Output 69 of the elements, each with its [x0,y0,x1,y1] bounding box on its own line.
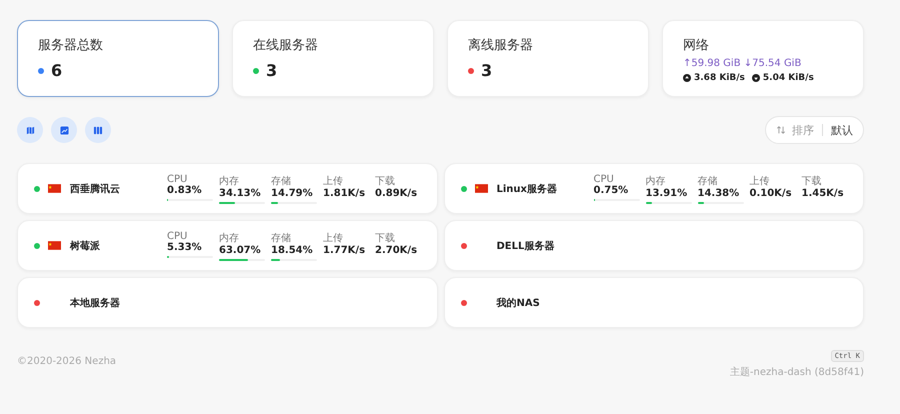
metric-value: 63.07% [219,244,262,256]
chart-icon [60,126,68,134]
metric-label: 下载 [375,174,396,188]
server-card[interactable]: 西垂腾讯云 CPU 0.83% 内存 34.13% 存储 14.79% 上传 1.81K/s 下载 0.89K/s [17,163,438,214]
server-name: DELL服务器 [496,240,554,252]
metric-label: 下载 [375,232,396,244]
card-title: 离线服务器 [468,37,534,54]
sort-value: 默认 [831,122,853,138]
metric-value: 18.54% [271,244,314,256]
server-name: 本地服务器 [70,296,120,310]
card-title: 在线服务器 [253,37,319,54]
metric-value: 0.75% [594,184,630,196]
metric-value: 1.77K/s [323,244,366,256]
sort-label: 排序 [792,122,814,138]
server-count: 3 [266,61,278,80]
server-card[interactable]: 我的NAS [444,277,864,328]
metric-value: 5.33% [167,242,203,252]
download-speed: 5.04 KiB/s [762,73,814,83]
theme-text: 主题-nezha-dash (8d58f41) [730,366,864,379]
chart-view-button[interactable] [51,117,77,143]
metric-label: 上传 [323,174,344,188]
metric-value: 13.91% [646,188,688,198]
metric-label: 内存 [219,174,240,188]
metric-label: CPU [167,230,188,242]
grid-view-button[interactable] [85,117,111,143]
download-icon [752,74,760,82]
metric-label: 下载 [802,174,822,188]
metric-value: 0.83% [167,184,203,196]
server-card[interactable]: DELL服务器 [444,220,864,271]
card-title: 服务器总数 [38,37,104,54]
columns-icon [93,126,103,134]
map-view-button[interactable] [17,117,43,143]
metric-value: 1.81K/s [323,188,366,198]
server-count: 6 [51,61,62,80]
sort-icon [776,125,786,135]
metric-value: 34.13% [219,188,262,198]
upload-speed: 3.68 KiB/s [694,73,745,83]
metric-label: 存储 [271,232,292,244]
server-count: 3 [481,61,492,80]
server-card[interactable]: 树莓派 CPU 5.33% 内存 63.07% 存储 18.54% 上传 1.77K/s 下载 2.70K/s [17,220,438,271]
summary-card[interactable]: 服务器总数 6 [17,20,219,97]
metric-label: 存储 [271,174,292,188]
metric-label: 存储 [698,174,718,188]
metric-value: 2.70K/s [375,244,418,256]
metric-value: 0.10K/s [750,188,793,198]
metric-label: CPU [594,174,615,184]
copyright-text: ©2020-2026 Nezha [17,356,116,369]
server-name: 我的NAS [496,296,540,310]
metric-value: 0.89K/s [375,188,418,198]
metric-label: 内存 [646,174,666,188]
metric-value: 14.79% [271,188,314,198]
traffic-totals: ↑59.98 GiB ↓75.54 GiB [683,58,802,69]
metric-label: 上传 [750,174,770,188]
metric-value: 1.45K/s [802,188,845,198]
map-icon [26,126,34,134]
summary-card[interactable]: 离线服务器 3 [447,20,649,97]
server-card[interactable]: Linux服务器 CPU 0.75% 内存 13.91% 存储 14.38% 上传 0.10K/s 下载 1.45K/s [444,163,864,214]
metric-value: 14.38% [698,188,740,198]
card-title: 网络 [683,37,710,54]
metric-label: 上传 [323,232,344,244]
server-name: 树莓派 [70,240,100,252]
server-name: Linux服务器 [496,182,557,196]
upload-icon [683,74,691,82]
metric-label: 内存 [219,232,240,244]
metric-label: CPU [167,174,188,184]
server-name: 西垂腾讯云 [70,182,120,196]
summary-card[interactable]: 在线服务器 3 [232,20,434,97]
server-card[interactable]: 本地服务器 [17,277,438,328]
sort-control[interactable]: 排序 默认 [765,116,864,144]
